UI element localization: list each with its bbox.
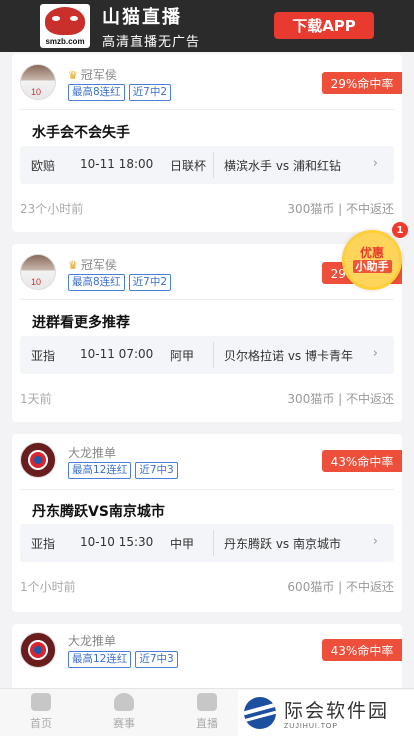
teams: 丹东腾跃 vs 南京城市 — [224, 537, 341, 551]
tag-list: 最高8连红 近7中2 — [68, 84, 172, 101]
tag-list: 最高12连红 近7中3 — [68, 462, 178, 479]
streak-tag: 最高8连红 — [68, 274, 125, 291]
nav-live[interactable]: 直播 — [182, 693, 232, 731]
price-info: 300猫币 | 不中返还 — [287, 202, 394, 216]
club-badge-icon — [28, 450, 48, 470]
streak-tag: 最高12连红 — [68, 651, 132, 668]
league: 阿甲 — [170, 349, 195, 363]
tag-list: 最高12连红 近7中3 — [68, 651, 178, 668]
logo-domain: smzb.com — [45, 37, 85, 46]
promo-line1: 优惠 — [359, 246, 384, 260]
recent-tag: 近7中3 — [135, 651, 178, 668]
avatar[interactable] — [20, 442, 56, 478]
watermark-text: 际会软件园 ZUJIHUI.TOP — [284, 696, 389, 730]
site-watermark: 际会软件园 ZUJIHUI.TOP — [238, 690, 414, 736]
chevron-right-icon: › — [372, 156, 378, 171]
nav-home[interactable]: 首页 — [16, 693, 66, 731]
promo-line2: 小助手 — [352, 260, 392, 273]
post-time: 23个小时前 — [20, 202, 84, 216]
post-time: 1个小时前 — [20, 580, 76, 594]
bet-type: 欧赔 — [31, 159, 56, 173]
notification-badge: 1 — [392, 222, 408, 238]
separator — [213, 152, 214, 178]
tipster-name-label: 冠军侯 — [80, 68, 117, 82]
tipster-name[interactable]: ♛ 冠军侯 — [68, 66, 117, 83]
download-app-button[interactable]: 下载APP — [274, 12, 374, 39]
match-info[interactable]: 亚指 10-11 07:00 阿甲 贝尔格拉诺 vs 博卡青年 › — [20, 336, 394, 374]
post-time: 1天前 — [20, 392, 52, 406]
banner-title: 山猫直播 — [102, 6, 182, 28]
tip-card[interactable]: 大龙推单 最高12连红 近7中3 43%命中率 丹东腾跃VS南京城市 亚指 10… — [12, 434, 402, 612]
hit-rate-badge: 43%命中率 — [322, 639, 402, 661]
avatar[interactable] — [20, 254, 56, 290]
match-info[interactable]: 亚指 10-10 15:30 中甲 丹东腾跃 vs 南京城市 › — [20, 524, 394, 562]
post-title[interactable]: 丹东腾跃VS南京城市 — [32, 501, 165, 521]
crown-icon: ♛ — [68, 259, 78, 272]
league: 中甲 — [170, 537, 195, 551]
tipster-name-label: 大龙推单 — [68, 446, 117, 460]
chevron-right-icon: › — [372, 346, 378, 361]
match-time: 10-11 07:00 — [80, 347, 154, 361]
tag-list: 最高8连红 近7中2 — [68, 274, 172, 291]
nav-home-label: 首页 — [30, 717, 52, 730]
tipster-name-label: 冠军侯 — [80, 258, 117, 272]
divider — [20, 109, 394, 110]
streak-tag: 最高12连红 — [68, 462, 132, 479]
home-icon — [31, 693, 51, 711]
tip-card[interactable]: ♛冠军侯 最高8连红 近7中2 29%命中率 水手会不会失手 欧赔 10-11 … — [12, 54, 402, 232]
nav-matches[interactable]: 赛事 — [99, 693, 149, 731]
tipster-name[interactable]: 大龙推单 — [68, 632, 116, 649]
match-info[interactable]: 欧赔 10-11 18:00 日联杯 横滨水手 vs 浦和红钻 › — [20, 146, 394, 184]
trophy-icon — [114, 693, 134, 711]
hit-rate-badge: 43%命中率 — [322, 450, 402, 472]
banner-titles: 山猫直播 高清直播无广告 — [102, 3, 200, 50]
recent-tag: 近7中3 — [135, 462, 178, 479]
avatar[interactable] — [20, 64, 56, 100]
bet-type: 亚指 — [31, 537, 56, 551]
chevron-right-icon: › — [372, 534, 378, 549]
divider — [20, 489, 394, 490]
watermark-sub: ZUJIHUI.TOP — [284, 723, 339, 730]
nav-live-label: 直播 — [196, 717, 218, 730]
price-info: 300猫币 | 不中返还 — [287, 392, 394, 406]
teams: 贝尔格拉诺 vs 博卡青年 — [224, 349, 353, 363]
crown-icon: ♛ — [68, 69, 78, 82]
banner-subtitle: 高清直播无广告 — [102, 34, 201, 50]
promo-assistant-button[interactable]: 优惠 小助手 — [342, 230, 402, 290]
tipster-name-label: 大龙推单 — [68, 634, 117, 648]
watermark-main: 际会软件园 — [284, 700, 390, 722]
match-time: 10-11 18:00 — [80, 157, 154, 171]
hit-rate-badge: 29%命中率 — [322, 72, 402, 94]
post-title[interactable]: 进群看更多推荐 — [32, 312, 130, 332]
teams: 横滨水手 vs 浦和红钻 — [224, 159, 341, 173]
recent-tag: 近7中2 — [128, 84, 172, 101]
separator — [213, 342, 214, 368]
divider — [20, 299, 394, 300]
recent-tag: 近7中2 — [128, 274, 172, 291]
play-icon — [197, 693, 217, 711]
price-info: 600猫币 | 不中返还 — [287, 580, 394, 594]
globe-logo-icon — [244, 697, 276, 729]
tipster-name[interactable]: ♛ 冠军侯 — [68, 256, 117, 273]
club-badge-icon — [28, 640, 48, 660]
lynx-logo-icon — [45, 7, 85, 35]
match-time: 10-10 15:30 — [80, 535, 154, 549]
tipster-name[interactable]: 大龙推单 — [68, 444, 116, 461]
app-download-banner[interactable]: smzb.com 山猫直播 高清直播无广告 下载APP — [0, 0, 414, 52]
league: 日联杯 — [170, 159, 207, 173]
avatar[interactable] — [20, 632, 56, 668]
tip-card[interactable]: 大龙推单 最高12连红 近7中3 43%命中率 — [12, 624, 402, 688]
bet-type: 亚指 — [31, 349, 56, 363]
post-title[interactable]: 水手会不会失手 — [32, 122, 130, 142]
separator — [213, 530, 214, 556]
streak-tag: 最高8连红 — [68, 84, 125, 101]
app-logo: smzb.com — [40, 4, 90, 48]
nav-matches-label: 赛事 — [113, 717, 135, 730]
